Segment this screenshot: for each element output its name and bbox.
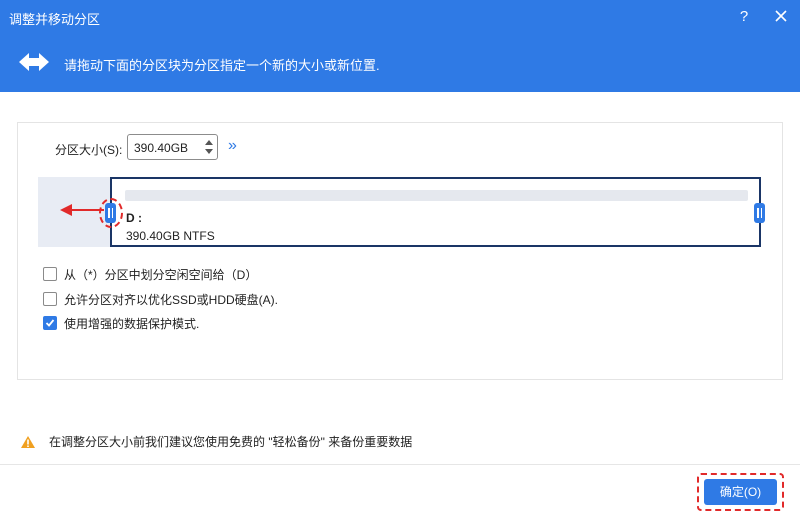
- window-title: 调整并移动分区: [9, 12, 101, 27]
- partition-size-value[interactable]: 390.40GB: [134, 141, 188, 155]
- instruction-header: 请拖动下面的分区块为分区指定一个新的大小或新位置.: [0, 34, 800, 92]
- left-resize-handle[interactable]: [105, 203, 116, 223]
- close-icon: [775, 10, 787, 22]
- partition-size-spinbox[interactable]: 390.40GB: [127, 134, 218, 160]
- warning-icon: [21, 435, 35, 448]
- warning-text: 在调整分区大小前我们建议您使用免费的 "轻松备份" 来备份重要数据: [49, 435, 413, 449]
- footer-divider: [0, 464, 800, 465]
- checkbox-align-partition[interactable]: [43, 292, 57, 306]
- resize-panel: [17, 122, 783, 380]
- spin-arrows-icon[interactable]: [204, 138, 214, 156]
- checkbox-allocate-free-space[interactable]: [43, 267, 57, 281]
- help-button[interactable]: ?: [733, 7, 755, 27]
- right-resize-handle[interactable]: [754, 203, 765, 223]
- resize-arrows-icon: [18, 50, 50, 77]
- title-bar: 调整并移动分区 ?: [0, 0, 800, 34]
- partition-size-label: 分区大小(S):: [55, 143, 123, 157]
- partition-drive-letter: D :: [126, 211, 142, 225]
- partition-usage-bar: [125, 190, 748, 201]
- instruction-text: 请拖动下面的分区块为分区指定一个新的大小或新位置.: [64, 58, 380, 73]
- option-align-partition[interactable]: 允许分区对齐以优化SSD或HDD硬盘(A).: [43, 291, 278, 307]
- ok-button[interactable]: 确定(O): [704, 479, 777, 505]
- partition-info: 390.40GB NTFS: [126, 229, 215, 243]
- option-label: 从（*）分区中划分空闲空间给（D）: [64, 267, 258, 282]
- partition-block[interactable]: D : 390.40GB NTFS: [110, 177, 761, 247]
- backup-warning: 在调整分区大小前我们建议您使用免费的 "轻松备份" 来备份重要数据: [20, 433, 412, 450]
- option-allocate-free-space[interactable]: 从（*）分区中划分空闲空间给（D）: [43, 266, 257, 282]
- checkmark-icon: [45, 319, 55, 327]
- unallocated-space: [38, 177, 111, 247]
- close-button[interactable]: [770, 7, 792, 27]
- option-label: 允许分区对齐以优化SSD或HDD硬盘(A).: [64, 292, 279, 307]
- checkbox-enhanced-protection[interactable]: [43, 316, 57, 330]
- option-enhanced-protection[interactable]: 使用增强的数据保护模式.: [43, 315, 199, 331]
- expand-advanced-button[interactable]: »: [228, 137, 237, 155]
- option-label: 使用增强的数据保护模式.: [64, 316, 200, 331]
